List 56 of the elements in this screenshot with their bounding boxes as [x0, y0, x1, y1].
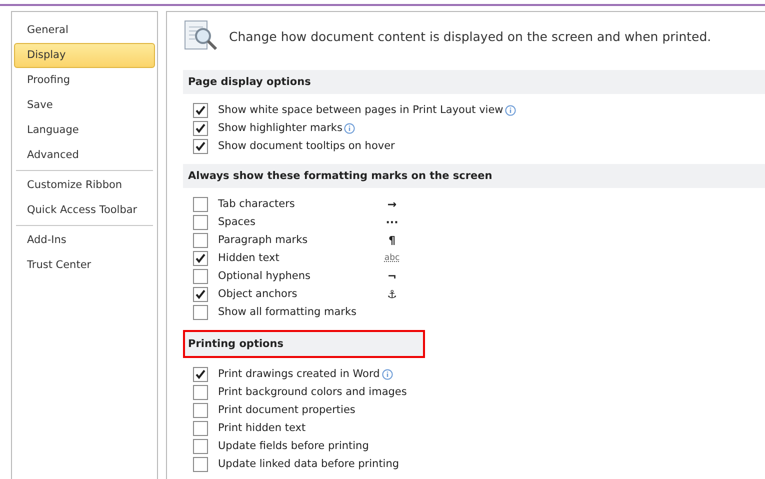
option-label: Update fields before printing: [218, 440, 369, 452]
option-label: Show white space between pages in Print Layout view: [218, 104, 504, 116]
option-label: Spaces: [218, 216, 256, 228]
sidebar-item[interactable]: Display: [14, 43, 155, 68]
info-icon: [382, 368, 393, 380]
option-label: Show document tooltips on hover: [218, 140, 395, 152]
formatting-mark: ¬: [386, 270, 398, 282]
sidebar-item[interactable]: Quick Access Toolbar: [14, 198, 155, 223]
option-label: Print background colors and images: [218, 386, 407, 398]
sidebar-item[interactable]: Language: [14, 118, 155, 143]
checkbox[interactable]: [193, 250, 208, 266]
checkbox[interactable]: [193, 120, 208, 136]
option-label: Update linked data before printing: [218, 458, 400, 470]
checkbox[interactable]: [193, 286, 208, 302]
checkbox[interactable]: [193, 304, 208, 320]
formatting-mark: ⚓: [386, 288, 398, 300]
option-label: Object anchors: [218, 288, 298, 300]
info-icon: [505, 104, 516, 116]
checkbox[interactable]: [193, 232, 208, 248]
checkbox[interactable]: [193, 402, 208, 418]
option-label: Print drawings created in Word: [218, 368, 380, 380]
option-label: Paragraph marks: [218, 234, 309, 246]
document-magnifier-icon: [183, 20, 219, 52]
formatting-mark: abc: [384, 253, 400, 263]
checkbox[interactable]: [193, 420, 208, 436]
checkbox[interactable]: [193, 384, 208, 400]
checkbox[interactable]: [193, 366, 208, 382]
sidebar-item[interactable]: Add-Ins: [14, 228, 155, 253]
checkbox[interactable]: [193, 214, 208, 230]
formatting-mark: →: [386, 198, 398, 210]
sidebar-item[interactable]: Proofing: [14, 68, 155, 93]
option-label: Tab characters: [218, 198, 296, 210]
sidebar-item[interactable]: Save: [14, 93, 155, 118]
checkbox[interactable]: [193, 196, 208, 212]
checkbox[interactable]: [193, 456, 208, 472]
checkbox[interactable]: [193, 438, 208, 454]
section-header: Printing options: [183, 330, 425, 358]
option-label: Print hidden text: [218, 422, 306, 434]
option-label: Show highlighter marks: [218, 122, 342, 134]
sidebar-item[interactable]: Trust Center: [14, 253, 155, 278]
formatting-mark: ···: [384, 216, 400, 228]
formatting-mark: ¶: [388, 234, 396, 246]
page-description: Change how document content is displayed on the screen and when printed.: [229, 28, 712, 44]
sidebar-item[interactable]: Customize Ribbon: [14, 173, 155, 198]
option-label: Show all formatting marks: [218, 306, 357, 318]
section-header: Always show these formatting marks on the screen: [183, 164, 765, 188]
checkbox[interactable]: [193, 138, 208, 154]
checkbox[interactable]: [193, 268, 208, 284]
sidebar-item[interactable]: Advanced: [14, 143, 155, 168]
option-label: Print document properties: [218, 404, 356, 416]
section-header: Page display options: [183, 70, 765, 94]
sidebar-item[interactable]: General: [14, 18, 155, 43]
checkbox[interactable]: [193, 102, 208, 118]
option-label: Hidden text: [218, 252, 280, 264]
info-icon: [344, 122, 356, 134]
option-label: Optional hyphens: [218, 270, 312, 282]
